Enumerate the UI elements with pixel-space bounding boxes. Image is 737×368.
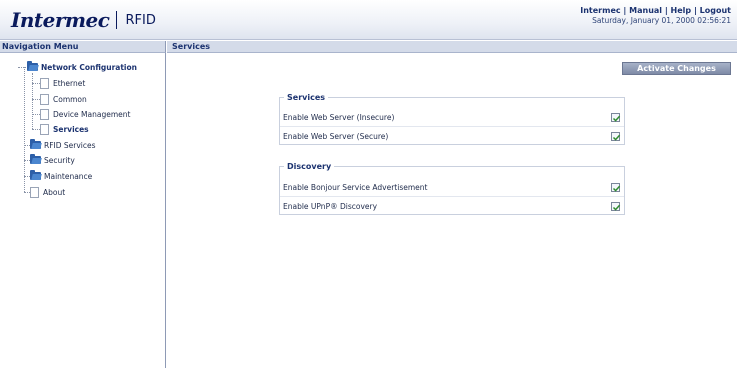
manual-link[interactable]: Manual xyxy=(629,6,662,15)
logo-wordmark: Intermec xyxy=(11,8,110,32)
activate-changes-button[interactable]: Activate Changes xyxy=(622,62,731,75)
page-icon xyxy=(40,77,49,89)
nav-item-maintenance[interactable]: Maintenance xyxy=(30,170,92,182)
web-server-insecure-checkbox[interactable] xyxy=(611,112,621,122)
app-header: Intermec RFID Intermec | Manual | Help |… xyxy=(0,0,737,40)
intermec-link[interactable]: Intermec xyxy=(580,6,620,15)
folder-icon xyxy=(30,170,41,180)
setting-label: Enable Web Server (Secure) xyxy=(283,132,389,141)
link-separator: | xyxy=(693,6,697,15)
nav-item-rfid-services[interactable]: RFID Services xyxy=(30,139,96,151)
web-server-secure-checkbox[interactable] xyxy=(611,132,621,141)
nav-item-label: Ethernet xyxy=(53,78,86,88)
header-utility: Intermec | Manual | Help | Logout Saturd… xyxy=(580,6,731,25)
nav-item-label: About xyxy=(43,187,66,197)
help-link[interactable]: Help xyxy=(671,6,692,15)
checkmark-icon xyxy=(612,204,621,211)
setting-row: Enable UPnP® Discovery xyxy=(280,197,624,216)
folder-icon xyxy=(30,139,41,149)
nav-item-device-management[interactable]: Device Management xyxy=(40,108,130,120)
checkmark-icon xyxy=(612,185,621,192)
page-icon xyxy=(30,186,39,198)
setting-label: Enable UPnP® Discovery xyxy=(283,202,378,211)
setting-row: Enable Web Server (Insecure) xyxy=(280,108,624,127)
logo-product-name: RFID xyxy=(125,12,156,28)
checkmark-icon xyxy=(612,115,621,122)
nav-item-label: Services xyxy=(53,124,89,134)
nav-item-ethernet[interactable]: Ethernet xyxy=(40,77,85,89)
page-icon xyxy=(40,108,49,120)
nav-item-common[interactable]: Common xyxy=(40,93,87,105)
upnp-discovery-checkbox[interactable] xyxy=(611,202,621,211)
nav-item-label: Device Management xyxy=(53,109,131,119)
tree-connector xyxy=(32,99,40,100)
tree-connector xyxy=(32,83,40,84)
discovery-group: Discovery Enable Bonjour Service Adverti… xyxy=(279,162,625,216)
navigation-menu: Network Configuration Ethernet Common De… xyxy=(0,53,166,368)
tree-connector xyxy=(32,114,40,115)
services-group: Services Enable Web Server (Insecure) En… xyxy=(279,93,625,146)
group-legend: Discovery xyxy=(284,162,335,171)
checkmark-icon xyxy=(612,134,621,141)
nav-item-label: Security xyxy=(44,155,75,165)
nav-item-label: Network Configuration xyxy=(41,62,137,72)
link-separator: | xyxy=(623,6,627,15)
nav-item-label: Maintenance xyxy=(44,171,93,181)
header-links: Intermec | Manual | Help | Logout xyxy=(580,6,731,15)
tree-connector xyxy=(32,73,33,129)
folder-open-icon xyxy=(27,61,38,71)
logout-link[interactable]: Logout xyxy=(700,6,731,15)
nav-item-label: Common xyxy=(53,94,87,104)
group-legend: Services xyxy=(284,93,329,102)
nav-item-about[interactable]: About xyxy=(30,186,65,198)
page-icon xyxy=(40,93,49,105)
tree-connector xyxy=(24,67,25,192)
nav-item-security[interactable]: Security xyxy=(30,154,75,166)
setting-row: Enable Web Server (Secure) xyxy=(280,127,624,146)
setting-row: Enable Bonjour Service Advertisement xyxy=(280,178,624,197)
tree-connector xyxy=(18,67,26,68)
page-icon xyxy=(40,123,49,135)
folder-icon xyxy=(30,154,41,164)
bonjour-advertisement-checkbox[interactable] xyxy=(611,182,621,192)
main-content: Activate Changes Services Enable Web Ser… xyxy=(167,53,737,368)
link-separator: | xyxy=(664,6,668,15)
setting-label: Enable Web Server (Insecure) xyxy=(283,112,395,122)
page-title: Services xyxy=(167,41,737,53)
setting-label: Enable Bonjour Service Advertisement xyxy=(283,182,428,192)
nav-item-network-configuration[interactable]: Network Configuration xyxy=(27,61,137,73)
nav-item-services[interactable]: Services xyxy=(40,123,89,135)
current-datetime: Saturday, January 01, 2000 02:56:21 xyxy=(592,16,731,25)
nav-item-label: RFID Services xyxy=(44,140,96,150)
intermec-rfid-logo[interactable]: Intermec RFID xyxy=(11,8,156,32)
tree-connector xyxy=(32,129,40,130)
logo-divider xyxy=(116,11,118,29)
navigation-menu-title: Navigation Menu xyxy=(0,41,166,53)
